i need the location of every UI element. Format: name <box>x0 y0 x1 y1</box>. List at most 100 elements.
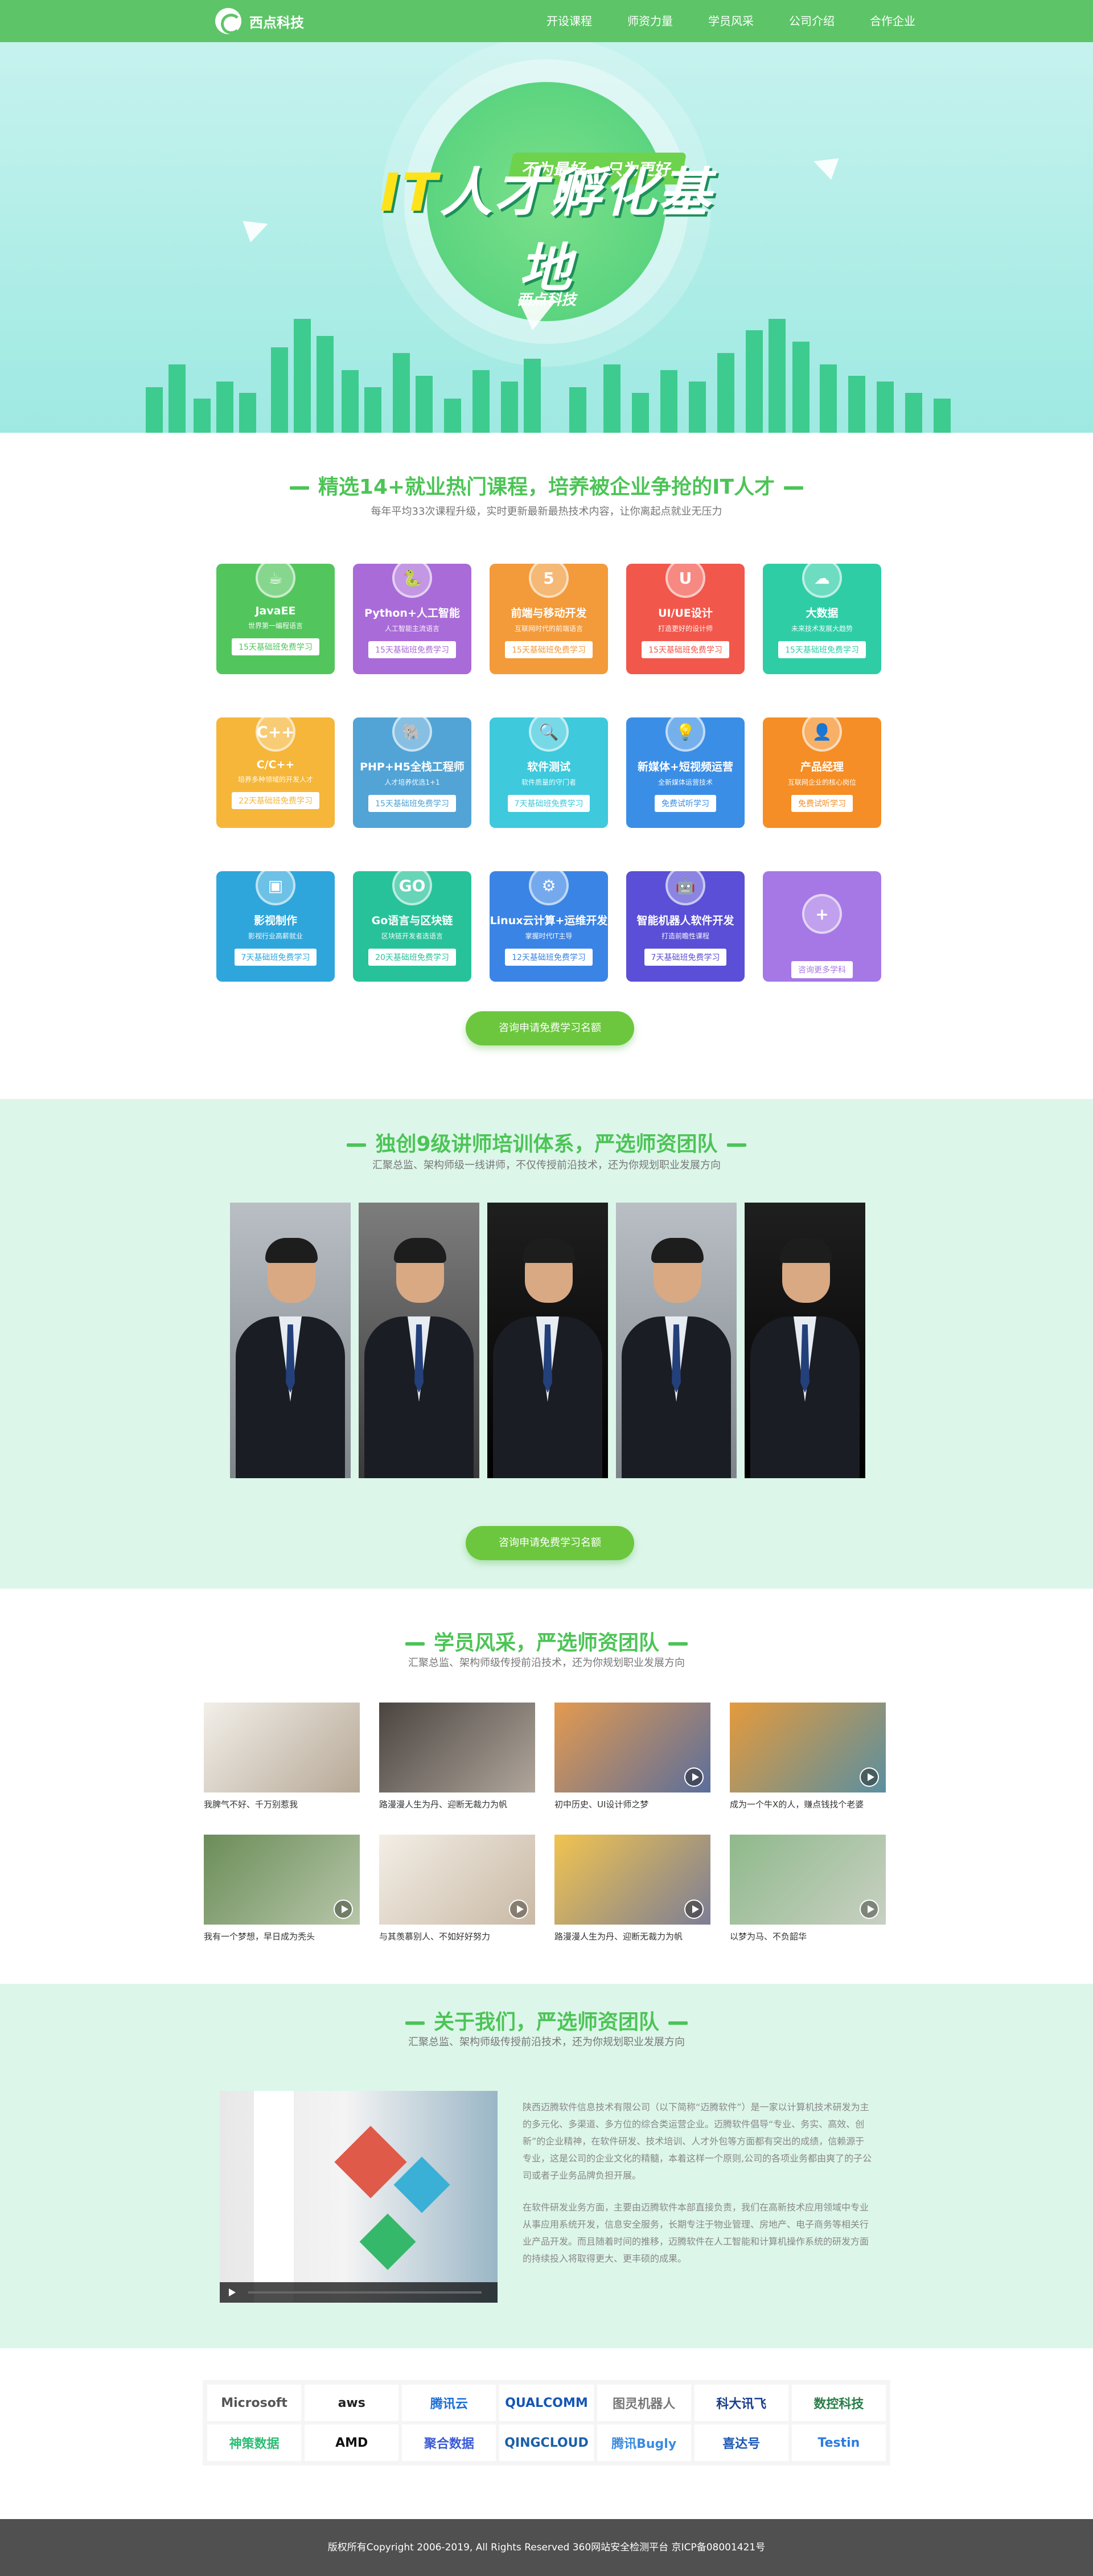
play-icon[interactable] <box>229 2288 236 2296</box>
student-thumbnail[interactable] <box>554 1835 710 1925</box>
course-card[interactable]: 🤖 智能机器人软件开发 打造前瞻性课程 7天基础班免费学习 <box>626 865 745 982</box>
about-video[interactable] <box>220 2091 498 2303</box>
course-name: C/C++ <box>256 758 295 771</box>
course-free-button[interactable]: 免费试听学习 <box>655 795 716 812</box>
hero-title-it: IT <box>380 162 440 223</box>
course-free-button[interactable]: 22天基础班免费学习 <box>232 792 319 809</box>
student-thumbnail[interactable] <box>204 1835 360 1925</box>
course-card[interactable]: 5 前端与移动开发 互联网时代的前端语言 15天基础班免费学习 <box>490 558 608 674</box>
course-free-button[interactable]: 20天基础班免费学习 <box>368 949 456 966</box>
course-free-button[interactable]: 7天基础班免费学习 <box>644 949 727 966</box>
course-icon: 👤 <box>802 712 842 752</box>
partner-logo: 腾讯云 <box>402 2385 496 2421</box>
student-caption: 初中历史、UI设计师之梦 <box>554 1799 649 1810</box>
course-free-button[interactable]: 15天基础班免费学习 <box>505 641 593 658</box>
apply-free-button[interactable]: 咨询申请免费学习名额 <box>466 1011 634 1045</box>
courses-title: 精选14+就业热门课程，培养被企业争抢的IT人才 <box>0 470 1093 500</box>
building <box>216 382 233 433</box>
courses-subtitle: 每年平均33次课程升级，实时更新最新最热技术内容，让你离起点就业无压力 <box>371 506 722 518</box>
play-icon[interactable] <box>860 1900 879 1919</box>
building <box>820 364 837 433</box>
course-free-button[interactable]: 15天基础班免费学习 <box>778 641 866 658</box>
student-card[interactable]: 与其羡慕别人、不如好好努力 <box>379 1835 535 1942</box>
course-free-button[interactable]: 免费试听学习 <box>791 795 853 812</box>
student-thumbnail[interactable] <box>379 1835 535 1925</box>
building <box>877 382 894 433</box>
course-card[interactable]: ☕ JavaEE 世界第一编程语言 15天基础班免费学习 <box>216 558 335 674</box>
teachers-title: 独创9级讲师培训体系，严选师资团队 <box>0 1127 1093 1157</box>
course-free-button[interactable]: 15天基础班免费学习 <box>232 638 319 655</box>
teacher-photo <box>745 1203 865 1478</box>
student-card[interactable]: 初中历史、UI设计师之梦 <box>554 1703 710 1810</box>
course-card[interactable]: C++ C/C++ 培养多种领域的开发人才 22天基础班免费学习 <box>216 712 335 828</box>
course-card[interactable]: U UI/UE设计 打造更好的设计师 15天基础班免费学习 <box>626 558 745 674</box>
student-card[interactable]: 以梦为马、不负韶华 <box>730 1835 886 1942</box>
course-name: UI/UE设计 <box>658 607 713 620</box>
nav-about[interactable]: 公司介绍 <box>789 0 835 42</box>
play-icon[interactable] <box>509 1900 528 1919</box>
student-card[interactable]: 路漫漫人生为丹、迎断无裁力为帆 <box>379 1703 535 1810</box>
course-card[interactable]: GO Go语言与区块链 区块链开发者选语言 20天基础班免费学习 <box>353 865 471 982</box>
student-card[interactable]: 我脾气不好、千万别惹我 <box>204 1703 360 1810</box>
partner-logos: Microsoft aws 腾讯云 QUALCOMM 图灵机器人 科大讯飞 数控科技 神策数据… <box>203 2380 890 2466</box>
course-free-button[interactable]: 15天基础班免费学习 <box>642 641 729 658</box>
nav-courses[interactable]: 开设课程 <box>546 0 592 42</box>
building <box>416 376 433 433</box>
course-card[interactable]: ▣ 影视制作 影视行业高薪就业 7天基础班免费学习 <box>216 865 335 982</box>
nav-students[interactable]: 学员风采 <box>708 0 754 42</box>
course-free-button[interactable]: 7天基础班免费学习 <box>507 795 590 812</box>
apply-free-button[interactable]: 咨询申请免费学习名额 <box>466 1526 634 1560</box>
building <box>146 387 163 433</box>
student-thumbnail[interactable] <box>379 1703 535 1792</box>
course-free-button[interactable]: 12天基础班免费学习 <box>505 949 593 966</box>
building <box>501 382 518 433</box>
course-icon: 🤖 <box>665 865 705 905</box>
play-icon[interactable] <box>860 1767 879 1787</box>
student-thumbnail[interactable] <box>554 1703 710 1792</box>
student-caption: 以梦为马、不负韶华 <box>730 1931 807 1942</box>
play-icon[interactable] <box>684 1767 704 1787</box>
nav-teachers[interactable]: 师资力量 <box>627 0 673 42</box>
building <box>603 364 621 433</box>
course-free-button[interactable]: 7天基础班免费学习 <box>234 949 317 966</box>
course-free-button[interactable]: 15天基础班免费学习 <box>368 641 456 658</box>
course-icon: ☁ <box>802 558 842 598</box>
partner-logo: 科大讯飞 <box>694 2385 788 2421</box>
course-card[interactable]: 🐍 Python+人工智能 人工智能主流语言 15天基础班免费学习 <box>353 558 471 674</box>
course-icon: ☕ <box>256 558 295 598</box>
hero-title: IT人才孵化基地 <box>370 150 723 302</box>
nav-partners[interactable]: 合作企业 <box>870 0 915 42</box>
student-thumbnail[interactable] <box>730 1703 886 1792</box>
video-progress[interactable] <box>248 2291 482 2294</box>
main-nav: 开设课程 师资力量 学员风采 公司介绍 合作企业 <box>546 0 951 42</box>
logo-icon <box>215 8 241 34</box>
course-free-button[interactable]: 咨询更多学科 <box>791 961 853 978</box>
logo[interactable]: 西点科技 <box>215 8 304 34</box>
course-card[interactable]: 🔍 软件测试 软件质量的守门者 7天基础班免费学习 <box>490 712 608 828</box>
course-card[interactable]: ⚙ Linux云计算+运维开发 掌握时代IT主导 12天基础班免费学习 <box>490 865 608 982</box>
course-card[interactable]: 👤 产品经理 互联网企业的核心岗位 免费试听学习 <box>763 712 881 828</box>
course-card[interactable]: 🐘 PHP+H5全栈工程师 人才培养优选1+1 15天基础班免费学习 <box>353 712 471 828</box>
course-card[interactable]: ☁ 大数据 未来技术发展大趋势 15天基础班免费学习 <box>763 558 881 674</box>
course-card[interactable]: 💡 新媒体+短视频运营 全新媒体运营技术 免费试听学习 <box>626 712 745 828</box>
play-icon[interactable] <box>684 1900 704 1919</box>
about-paragraph: 陕西迈腾软件信息技术有限公司（以下简称“迈腾软件”）是一家以计算机技术研发为主的… <box>523 2102 872 2181</box>
course-icon: U <box>665 558 705 598</box>
student-thumbnail[interactable] <box>730 1835 886 1925</box>
student-card[interactable]: 成为一个牛X的人，赚点钱找个老婆 <box>730 1703 886 1810</box>
student-thumbnail[interactable] <box>204 1703 360 1792</box>
course-free-button[interactable]: 15天基础班免费学习 <box>368 795 456 812</box>
building <box>294 319 311 433</box>
student-card[interactable]: 路漫漫人生为丹、迎断无裁力为帆 <box>554 1835 710 1942</box>
video-controls[interactable] <box>220 2282 498 2303</box>
play-icon[interactable] <box>334 1900 353 1919</box>
building <box>934 399 951 433</box>
course-desc: 世界第一编程语言 <box>248 622 303 630</box>
about-subtitle: 汇聚总监、架构师级传授前沿技术，还为你规划职业发展方向 <box>408 2036 685 2048</box>
students-subtitle: 汇聚总监、架构师级传授前沿技术，还为你规划职业发展方向 <box>408 1657 685 1669</box>
student-card[interactable]: 我有一个梦想，早日成为秃头 <box>204 1835 360 1942</box>
course-card[interactable]: + 咨询更多学科 <box>763 871 881 982</box>
hero-title-text: 人才孵化基地 <box>439 162 713 299</box>
brand-name: 西点科技 <box>249 14 304 31</box>
building <box>717 353 734 433</box>
